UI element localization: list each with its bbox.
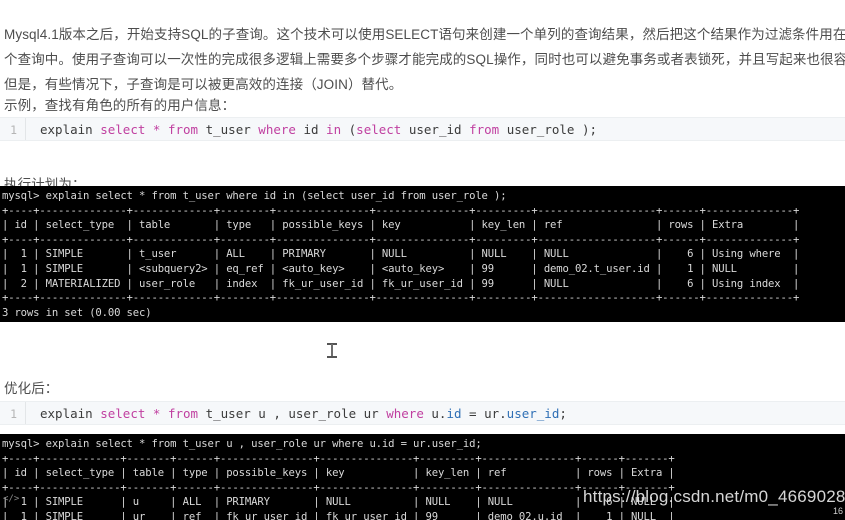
terminal-line: | id | select_type | table | type | poss… [2,219,800,232]
terminal-output-join: mysql> explain select * from t_user u , … [0,434,845,520]
code-block-join[interactable]: 1 explain select * from t_user u , user_… [0,401,845,425]
terminal-line: +----+-------------+-------+------+-----… [2,452,675,465]
optimized-label: 优化后： [4,380,59,396]
terminal-line: | 2 | MATERIALIZED | user_role | index |… [2,277,800,290]
article-page: Mysql4.1版本之后，开始支持SQL的子查询。这个技术可以使用SELECT语… [0,0,845,520]
terminal-line: +----+--------------+-------------+-----… [2,292,800,305]
terminal-line: +----+--------------+-------------+-----… [2,233,800,246]
text-cursor-icon [326,342,337,359]
terminal-line: +----+-------------+-------+------+-----… [2,481,675,494]
example-label: 示例，查找有角色的所有的用户信息： [4,97,236,113]
page-number: 16 [832,506,843,516]
terminal-line: | 1 | SIMPLE | <subquery2> | eq_ref | <a… [2,262,800,275]
code-line-number: 1 [0,118,26,140]
code-glyph-icon: </> [3,494,20,504]
code-block-subquery[interactable]: 1 explain select * from t_user where id … [0,117,845,141]
intro-paragraph: Mysql4.1版本之后，开始支持SQL的子查询。这个技术可以使用SELECT语… [4,26,845,92]
code-line-number: 1 [0,402,26,424]
terminal-line: +----+--------------+-------------+-----… [2,204,800,217]
terminal-line: | id | select_type | table | type | poss… [2,467,675,480]
terminal-line: | 1 | SIMPLE | t_user | ALL | PRIMARY | … [2,248,800,261]
terminal-line: mysql> explain select * from t_user wher… [2,190,507,202]
terminal-line: | 1 | SIMPLE | u | ALL | PRIMARY | NULL … [2,496,675,509]
terminal-output-subquery: mysql> explain select * from t_user wher… [0,186,845,322]
terminal-line: | 1 | SIMPLE | ur | ref | fk_ur_user_id … [2,510,675,520]
code-line-content: explain select * from t_user where id in… [40,122,598,137]
code-line-content: explain select * from t_user u , user_ro… [40,406,567,421]
terminal-line: 3 rows in set (0.00 sec) [2,306,152,319]
terminal-line: mysql> explain select * from t_user u , … [2,438,482,450]
